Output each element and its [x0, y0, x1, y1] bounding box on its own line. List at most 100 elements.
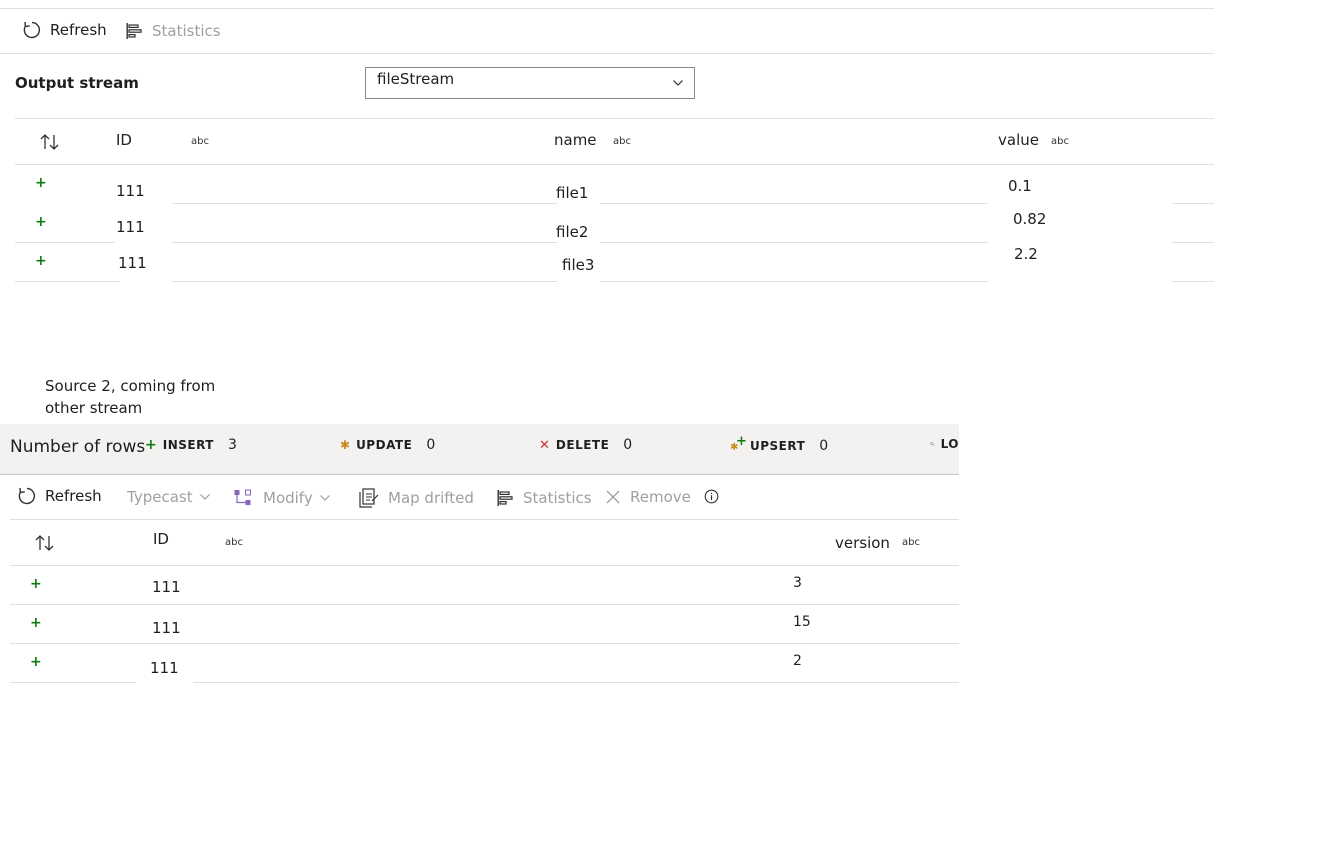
delete-summary-count: 0: [623, 437, 633, 453]
insert-summary-label: INSERT: [162, 438, 214, 452]
column-header-value[interactable]: value: [998, 131, 1039, 149]
source-toolbar-divider: [10, 519, 959, 520]
column-header-version[interactable]: version: [835, 534, 890, 552]
column-header-name[interactable]: name: [554, 131, 597, 149]
row-divider: [172, 242, 557, 243]
row-divider: [193, 682, 959, 683]
upsert-summary-count: 0: [819, 438, 829, 454]
column-type-name: abc: [613, 136, 631, 147]
insert-summary: + INSERT 3: [145, 437, 237, 453]
refresh-icon: [23, 21, 41, 39]
row-summary-bar: Number of rows + INSERT 3 ✱ UPDATE 0 ✕ D…: [0, 424, 959, 474]
output-stream-label: Output stream: [15, 74, 139, 92]
row-divider: [600, 242, 988, 243]
insert-marker-icon: +: [35, 214, 47, 230]
upsert-summary: + ✱ UPSERT 0: [730, 434, 829, 455]
source-statistics-label: Statistics: [523, 489, 592, 507]
column-type-id: abc: [191, 136, 209, 147]
source-statistics-button[interactable]: Statistics: [495, 488, 592, 508]
table-cell-id: 111: [152, 619, 181, 637]
refresh-button[interactable]: Refresh: [22, 20, 107, 40]
statistics-icon: [126, 23, 142, 39]
lookup-summary: LO: [930, 437, 959, 451]
modify-label: Modify: [263, 489, 313, 507]
column-type-version: abc: [902, 537, 920, 548]
map-drifted-icon: [359, 488, 379, 508]
delete-summary: ✕ DELETE 0: [539, 437, 632, 453]
table-cell-id: 111: [150, 659, 179, 677]
row-divider: [1172, 242, 1214, 243]
info-icon[interactable]: [704, 489, 719, 504]
toolbar-divider: [0, 53, 1214, 54]
column-header-id[interactable]: ID: [116, 131, 132, 149]
modify-button[interactable]: Modify: [233, 488, 331, 508]
note-line-2: other stream: [45, 399, 143, 417]
row-divider: [15, 281, 120, 282]
row-divider: [600, 281, 988, 282]
insert-marker-icon: +: [35, 253, 47, 269]
close-icon: [606, 490, 620, 504]
table-cell-id: 111: [116, 182, 145, 200]
row-divider: [10, 643, 959, 644]
source-refresh-label: Refresh: [45, 487, 102, 505]
source-header-divider: [10, 565, 959, 566]
insert-marker-icon: +: [35, 175, 47, 191]
table-cell-name: file2: [556, 223, 589, 241]
sort-icon[interactable]: [39, 133, 61, 151]
insert-icon: +: [145, 437, 157, 453]
insert-marker-icon: +: [30, 576, 42, 592]
delete-icon: ✕: [539, 437, 550, 453]
output-header-divider: [15, 164, 1214, 165]
table-cell-value: 0.1: [1008, 177, 1032, 195]
row-divider: [10, 604, 959, 605]
source-refresh-button[interactable]: Refresh: [17, 486, 102, 506]
typecast-button[interactable]: Typecast: [127, 488, 211, 506]
upsert-icon: + ✱: [730, 434, 747, 453]
table-cell-id: 111: [118, 254, 147, 272]
table-cell-value: 2.2: [1014, 245, 1038, 263]
table-cell-id: 111: [152, 578, 181, 596]
delete-summary-label: DELETE: [555, 438, 610, 452]
table-cell-version: 3: [793, 575, 802, 591]
update-summary: ✱ UPDATE 0: [340, 437, 435, 453]
column-type-id: abc: [225, 537, 243, 548]
summary-bottom-border: [0, 474, 959, 475]
refresh-icon: [18, 487, 36, 505]
row-divider: [1172, 203, 1214, 204]
chevron-down-icon: [199, 494, 210, 500]
update-icon: ✱: [340, 438, 351, 452]
remove-button[interactable]: Remove: [605, 488, 691, 506]
typecast-label: Typecast: [127, 488, 193, 506]
modify-icon: [234, 489, 251, 505]
statistics-button[interactable]: Statistics: [124, 21, 221, 41]
table-cell-version: 15: [793, 614, 811, 630]
top-border: [0, 8, 1214, 9]
column-type-value: abc: [1051, 136, 1069, 147]
insert-marker-icon: +: [30, 654, 42, 670]
chevron-down-icon: [673, 80, 683, 86]
table-cell-id: 111: [116, 218, 145, 236]
insert-marker-icon: +: [30, 615, 42, 631]
note-line-1: Source 2, coming from: [45, 377, 216, 395]
update-summary-label: UPDATE: [356, 438, 413, 452]
output-stream-value: fileStream: [377, 70, 455, 88]
remove-label: Remove: [630, 488, 691, 506]
search-icon: [930, 442, 935, 447]
row-divider: [15, 242, 115, 243]
output-stream-select[interactable]: fileStream: [365, 67, 695, 99]
statistics-icon: [497, 490, 513, 506]
row-divider: [600, 203, 988, 204]
chevron-down-icon: [319, 495, 330, 501]
statistics-label: Statistics: [152, 22, 221, 40]
column-header-id[interactable]: ID: [153, 530, 169, 548]
table-cell-name: file3: [562, 256, 595, 274]
output-table-top-border: [15, 118, 1214, 119]
row-divider: [172, 203, 557, 204]
refresh-label: Refresh: [50, 21, 107, 39]
update-summary-count: 0: [426, 437, 436, 453]
map-drifted-label: Map drifted: [388, 489, 474, 507]
table-cell-version: 2: [793, 653, 802, 669]
insert-summary-count: 3: [227, 437, 237, 453]
sort-icon[interactable]: [34, 534, 56, 552]
map-drifted-button[interactable]: Map drifted: [358, 487, 474, 509]
